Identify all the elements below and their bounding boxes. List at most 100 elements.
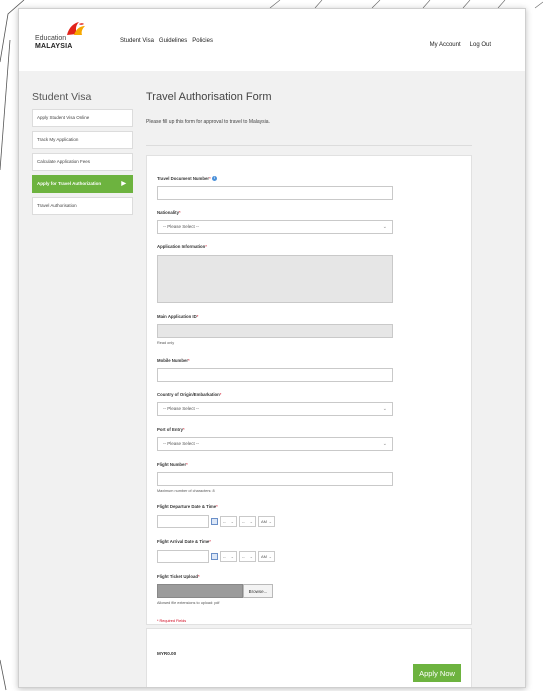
required-asterisk: * [209,539,211,544]
mobile-number-input[interactable] [157,368,393,382]
flight-number-input[interactable] [157,472,393,486]
read-only-hint: Read only [157,341,175,345]
info-icon[interactable]: i [211,176,217,182]
education-malaysia-logo[interactable]: Education MALAYSIA [35,21,95,57]
flight-number-label: Flight Number* [157,462,188,467]
required-asterisk: * [178,210,181,215]
nav-my-account[interactable]: My Account [430,42,461,48]
required-asterisk: * [216,504,218,509]
chevron-down-icon: ⌄ [382,441,387,447]
arrival-datetime-label: Flight Arrival Date & Time* [157,539,211,544]
chevron-right-icon: ▶ [121,181,126,187]
departure-date-input[interactable] [157,515,209,528]
primary-nav: Student Visa Guidelines Policies [120,38,213,44]
arrival-minute-value: -- [242,554,245,559]
departure-hour-select[interactable]: -- ⌄ [220,516,237,527]
mobile-number-label: Mobile Number* [157,358,190,363]
travel-document-label-text: Travel Document Number [157,176,210,181]
browse-button[interactable]: Browse... [243,584,273,598]
flight-ticket-upload-label: Flight Ticket Upload* [157,574,200,579]
country-select-value: -- Please Select -- [163,406,200,411]
account-nav: My Account Log Out [430,42,491,48]
country-of-origin-select[interactable]: -- Please Select -- ⌄ [157,402,393,416]
mobile-number-label-text: Mobile Number [157,358,189,363]
arrival-hour-value: -- [223,554,226,559]
file-extension-hint: Allowed file extensions to upload: pdf [157,601,220,605]
travel-authorisation-form: Travel Document Number* i Nationality* --… [146,155,472,625]
nav-student-visa[interactable]: Student Visa [120,38,154,44]
departure-ampm-value: AM [261,519,267,524]
sidebar-item-track-my-application[interactable]: Track My Application [32,131,133,149]
arrival-minute-select[interactable]: -- ⌄ [239,551,256,562]
page-subtitle: Please fill up this form for approval to… [146,119,270,125]
required-asterisk: * [196,314,199,319]
travel-document-number-input[interactable] [157,186,393,200]
logo-text-education: Education [35,35,67,42]
total-amount: MYR0.00 [157,651,177,656]
nav-policies[interactable]: Policies [192,38,213,44]
browser-page: Education MALAYSIA Student Visa Guidelin… [18,8,526,688]
sidebar-item-apply-for-travel-authorization[interactable]: Apply for Travel Authorization ▶ [32,175,133,193]
arrival-datetime-label-text: Flight Arrival Date & Time [157,539,210,544]
nationality-label-text: Nationality [157,210,179,215]
flight-number-label-text: Flight Number [157,462,187,467]
divider [146,145,472,146]
departure-minute-value: -- [242,519,245,524]
page-title: Travel Authorisation Form [146,91,272,103]
departure-datetime-label-text: Flight Departure Date & Time [157,504,217,509]
chevron-down-icon: ⌄ [268,519,272,524]
required-asterisk: * [209,176,211,181]
apply-now-button[interactable]: Apply Now [413,664,461,682]
sidebar-item-apply-student-visa-online[interactable]: Apply Student Visa Online [32,109,133,127]
nationality-label: Nationality* [157,210,181,215]
sidebar-item-label: Track My Application [37,137,79,142]
arrival-ampm-select[interactable]: AM ⌄ [258,551,275,562]
logo-text-malaysia: MALAYSIA [35,43,73,50]
chevron-down-icon: ⌄ [230,554,234,559]
departure-ampm-select[interactable]: AM ⌄ [258,516,275,527]
application-information-textarea[interactable] [157,255,393,303]
sidebar-item-label: Calculate Application Fees [37,159,91,164]
sidebar-item-label: Apply for Travel Authorization [37,181,102,186]
flight-ticket-upload-label-text: Flight Ticket Upload [157,574,198,579]
arrival-date-input[interactable] [157,550,209,563]
sidebar-item-label: Travel Authorisation [37,203,77,208]
departure-hour-value: -- [223,519,226,524]
chevron-down-icon: ⌄ [249,554,253,559]
form-footer: MYR0.00 Apply Now [146,628,472,687]
country-of-origin-label: Country of Origin/Embarkation* [157,392,221,397]
chevron-down-icon: ⌄ [382,224,387,230]
nav-guidelines[interactable]: Guidelines [159,38,187,44]
calendar-icon[interactable] [211,518,218,525]
port-of-entry-select[interactable]: -- Please Select -- ⌄ [157,437,393,451]
sidebar-menu: Apply Student Visa Online Track My Appli… [32,109,133,219]
nationality-select[interactable]: -- Please Select -- ⌄ [157,220,393,234]
sidebar-item-travel-authorisation[interactable]: Travel Authorisation [32,197,133,215]
required-asterisk: * [197,574,200,579]
departure-datetime-label: Flight Departure Date & Time* [157,504,218,509]
departure-minute-select[interactable]: -- ⌄ [239,516,256,527]
chevron-down-icon: ⌄ [382,406,387,412]
main-application-id-input [157,324,393,338]
sidebar-title: Student Visa [32,91,92,103]
nav-log-out[interactable]: Log Out [470,42,491,48]
arrival-ampm-value: AM [261,554,267,559]
required-asterisk: * [205,244,207,249]
travel-document-label: Travel Document Number* i [157,176,217,182]
flight-number-hint: Maximum number of characters: 8 [157,489,215,493]
port-of-entry-label-text: Port of Entry [157,427,184,432]
sidebar-item-calculate-application-fees[interactable]: Calculate Application Fees [32,153,133,171]
arrival-hour-select[interactable]: -- ⌄ [220,551,237,562]
required-asterisk: * [219,392,222,397]
chevron-down-icon: ⌄ [230,519,234,524]
chevron-down-icon: ⌄ [268,554,272,559]
file-name-field[interactable] [157,584,243,598]
logo-flame-icon [67,22,85,35]
required-asterisk: * [183,427,185,432]
site-header: Education MALAYSIA Student Visa Guidelin… [19,9,525,71]
application-information-label: Application Information* [157,244,207,249]
nationality-select-value: -- Please Select -- [163,224,200,229]
calendar-icon[interactable] [211,553,218,560]
required-asterisk: * [188,358,190,363]
port-select-value: -- Please Select -- [163,441,200,446]
